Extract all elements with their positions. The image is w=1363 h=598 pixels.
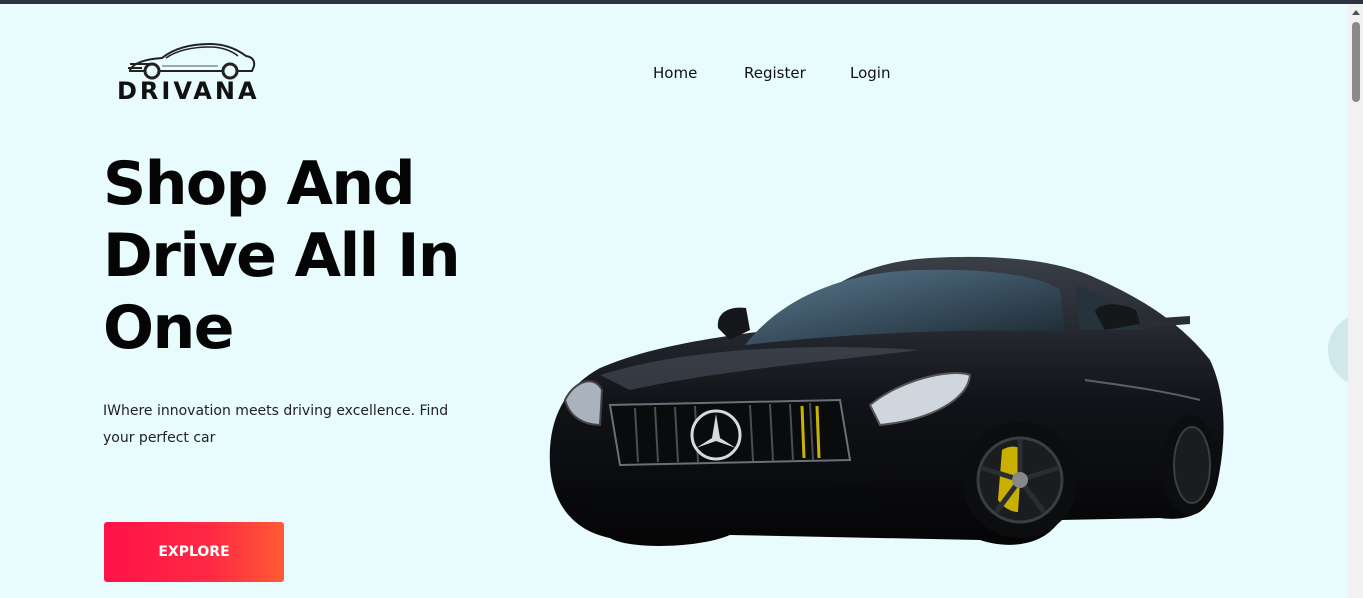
hero-title-line-3: One <box>103 293 234 363</box>
window-top-bar <box>0 0 1363 4</box>
hero-title-line-2: Drive All In <box>103 221 461 291</box>
explore-button[interactable]: EXPLORE <box>104 522 284 582</box>
page-scrollbar[interactable] <box>1348 4 1363 598</box>
nav-register-link[interactable]: Register <box>744 64 806 82</box>
nav-login-link[interactable]: Login <box>850 64 890 82</box>
scroll-up-arrow-icon[interactable] <box>1352 10 1360 15</box>
scrollbar-thumb[interactable] <box>1352 22 1360 102</box>
nav-home-link[interactable]: Home <box>653 64 697 82</box>
brand-logo[interactable]: DRIVANA <box>116 40 272 106</box>
hero-subtitle: IWhere innovation meets driving excellen… <box>103 403 449 446</box>
brand-name: DRIVANA <box>117 77 260 105</box>
sports-car-image <box>540 250 1230 550</box>
car-silhouette-icon <box>128 42 256 80</box>
hero-title-line-1: Shop And <box>103 149 416 219</box>
hero-title: Shop And Drive All In One <box>103 148 523 364</box>
